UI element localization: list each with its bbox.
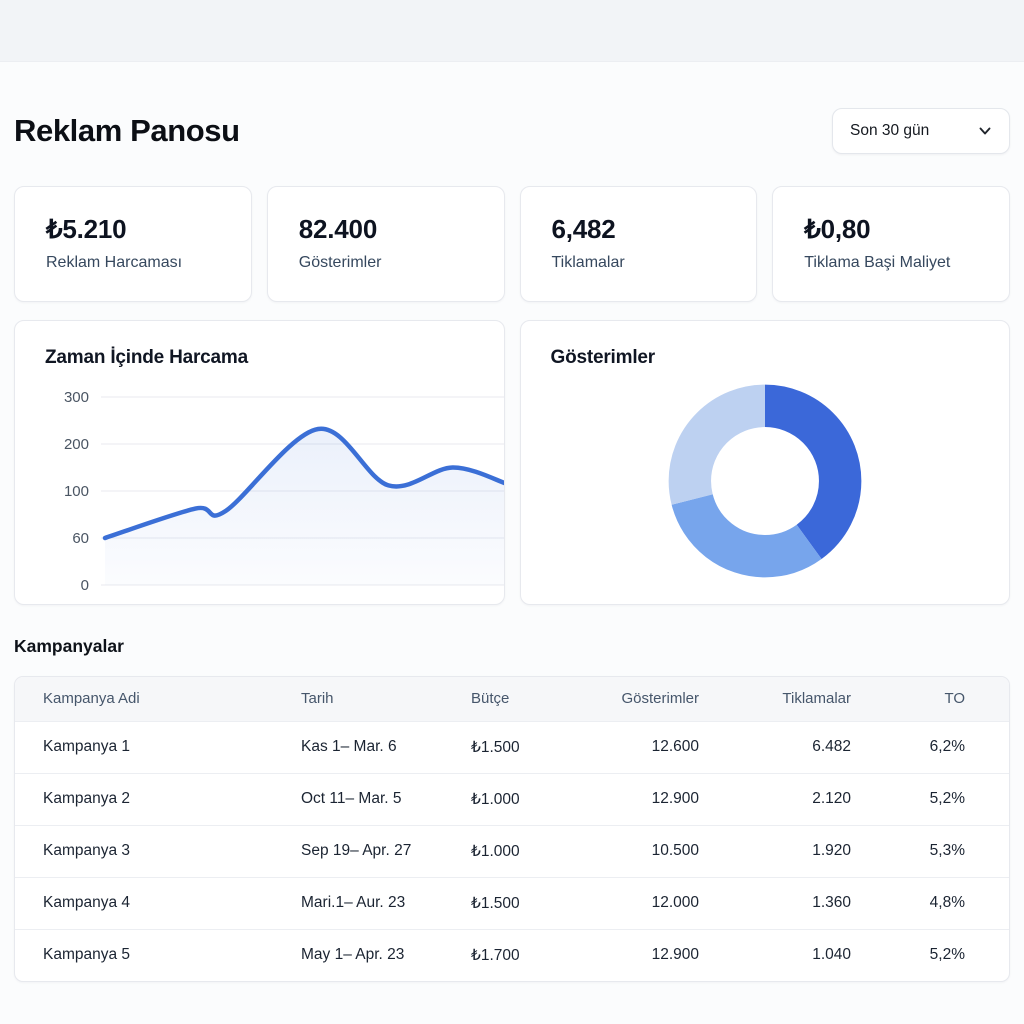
table-cell: 12.900 [527, 929, 699, 981]
column-header: Tiklamalar [699, 677, 851, 721]
table-cell: 5,3% [851, 825, 1009, 877]
column-header: Gösterimler [527, 677, 699, 721]
table-cell: Kas 1– Mar. 6 [273, 721, 443, 773]
table-cell: 1.360 [699, 877, 851, 929]
y-tick-label: 300 [64, 389, 89, 406]
table-cell: 10.500 [527, 825, 699, 877]
table-cell: ₺1.500 [443, 877, 527, 929]
stat-label: Tiklamalar [552, 254, 757, 272]
campaign-table: Kampanya Adi Tarih Bütçe Gösterimler Tik… [15, 677, 1009, 981]
stat-label: Reklam Harcaması [46, 254, 251, 272]
campaign-table-body: Kampanya 1Kas 1– Mar. 6₺1.50012.6006.482… [15, 721, 1009, 981]
stat-card-spend: ₺5.210 Reklam Harcaması [14, 186, 252, 302]
table-cell: 12.000 [527, 877, 699, 929]
stat-label: Tiklama Başi Maliyet [804, 254, 1009, 272]
table-cell: 12.900 [527, 773, 699, 825]
stat-value: 6,482 [552, 214, 757, 245]
stat-label: Gösterimler [299, 254, 504, 272]
table-cell: Kampanya 4 [15, 877, 273, 929]
table-cell: ₺1.000 [443, 825, 527, 877]
y-tick-label: 60 [72, 530, 89, 547]
stat-value: ₺5.210 [46, 214, 251, 245]
table-cell: ₺1.700 [443, 929, 527, 981]
stats-row: ₺5.210 Reklam Harcaması 82.400 Gösteriml… [14, 186, 1010, 302]
table-cell: Kampanya 3 [15, 825, 273, 877]
table-cell: Mari.1– Aur. 23 [273, 877, 443, 929]
table-cell: Kampanya 1 [15, 721, 273, 773]
y-tick-label: 100 [64, 483, 89, 500]
table-row: Kampanya 5May 1– Apr. 23₺1.70012.9001.04… [15, 929, 1009, 981]
table-cell: 4,8% [851, 877, 1009, 929]
stat-card-cpc: ₺0,80 Tiklama Başi Maliyet [772, 186, 1010, 302]
donut-chart-title: Gösterimler [551, 347, 1010, 369]
page-header: Reklam Panosu Son 30 gün [14, 108, 1010, 154]
donut-chart-card: Gösterimler [520, 320, 1011, 605]
column-header: Kampanya Adi [15, 677, 273, 721]
table-row: Kampanya 3Sep 19– Apr. 27₺1.00010.5001.9… [15, 825, 1009, 877]
table-row: Kampanya 2Oct 11– Mar. 5₺1.00012.9002.12… [15, 773, 1009, 825]
stat-value: ₺0,80 [804, 214, 1009, 245]
top-strip [0, 0, 1024, 62]
table-cell: 2.120 [699, 773, 851, 825]
campaign-table-header: Kampanya Adi Tarih Bütçe Gösterimler Tik… [15, 677, 1009, 721]
page-title: Reklam Panosu [14, 113, 240, 149]
table-cell: ₺1.500 [443, 721, 527, 773]
table-cell: 6.482 [699, 721, 851, 773]
campaign-table-card: Kampanya Adi Tarih Bütçe Gösterimler Tik… [14, 676, 1010, 982]
table-cell: Sep 19– Apr. 27 [273, 825, 443, 877]
area-fill [105, 429, 505, 585]
y-tick-label: 0 [81, 577, 89, 594]
line-chart-title: Zaman İçinde Harcama [45, 347, 504, 369]
date-range-label: Son 30 gün [850, 122, 929, 140]
table-cell: 1.040 [699, 929, 851, 981]
table-cell: ₺1.000 [443, 773, 527, 825]
line-chart-card: Zaman İçinde Harcama 300 200 100 60 0 [14, 320, 505, 605]
column-header: Tarih [273, 677, 443, 721]
line-chart: 300 200 100 60 0 [23, 379, 494, 605]
dashboard: Reklam Panosu Son 30 gün ₺5.210 Reklam H… [0, 108, 1024, 982]
table-cell: May 1– Apr. 23 [273, 929, 443, 981]
y-tick-label: 200 [64, 436, 89, 453]
campaigns-section-title: Kampanyalar [14, 636, 1010, 657]
table-row: Kampanya 4Mari.1– Aur. 23₺1.50012.0001.3… [15, 877, 1009, 929]
stat-card-impressions: 82.400 Gösterimler [267, 186, 505, 302]
column-header: TO [851, 677, 1009, 721]
donut-chart [551, 375, 980, 587]
table-cell: Kampanya 2 [15, 773, 273, 825]
impressions-donut-chart [659, 375, 871, 587]
table-row: Kampanya 1Kas 1– Mar. 6₺1.50012.6006.482… [15, 721, 1009, 773]
table-cell: 1.920 [699, 825, 851, 877]
stat-value: 82.400 [299, 214, 504, 245]
column-header: Bütçe [443, 677, 527, 721]
table-cell: Oct 11– Mar. 5 [273, 773, 443, 825]
table-cell: 5,2% [851, 773, 1009, 825]
date-range-select[interactable]: Son 30 gün [832, 108, 1010, 154]
table-cell: 6,2% [851, 721, 1009, 773]
table-cell: Kampanya 5 [15, 929, 273, 981]
spend-line-chart: 300 200 100 60 0 [23, 379, 505, 603]
stat-card-clicks: 6,482 Tiklamalar [520, 186, 758, 302]
charts-row: Zaman İçinde Harcama 300 200 100 60 0 Göster… [14, 320, 1010, 605]
chevron-down-icon [978, 124, 992, 138]
table-cell: 12.600 [527, 721, 699, 773]
table-cell: 5,2% [851, 929, 1009, 981]
